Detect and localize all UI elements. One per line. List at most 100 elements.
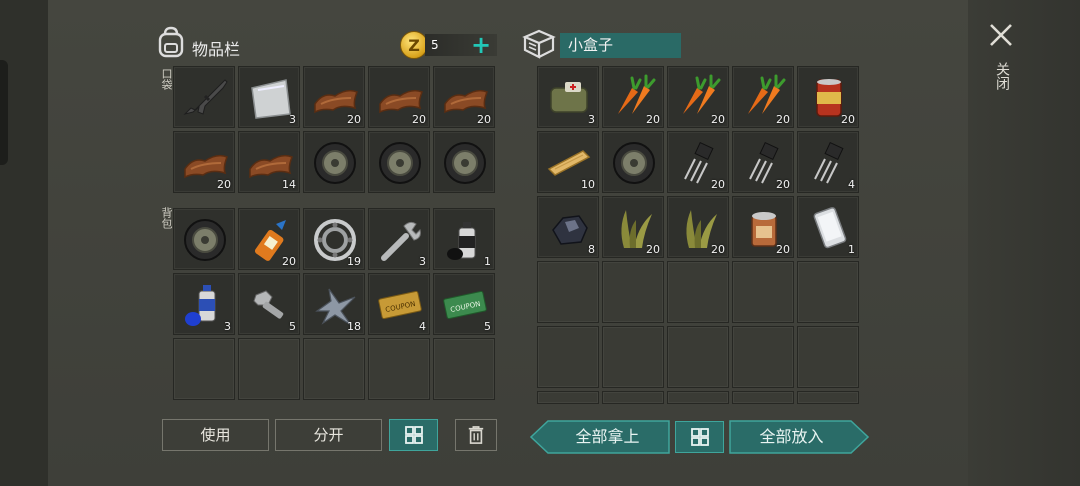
backpack-label: 背包 (160, 207, 173, 229)
item-quantity: 1 (848, 243, 855, 256)
sort-inventory-button[interactable] (389, 419, 438, 451)
item-slot[interactable] (368, 131, 430, 193)
coupon-gold-icon: COUPON (378, 290, 422, 320)
item-slot[interactable]: 20 (368, 66, 430, 128)
item-slot[interactable]: COUPON 5 (433, 273, 495, 335)
tire-icon (379, 142, 421, 184)
empty-slot[interactable] (433, 338, 495, 400)
item-slot[interactable]: 10 (537, 131, 599, 193)
tire-icon (184, 219, 226, 261)
empty-slot[interactable] (602, 326, 664, 388)
wrench-icon (381, 221, 421, 261)
item-quantity: 3 (588, 113, 595, 126)
box-icon (522, 29, 556, 59)
grid-sort-icon (690, 428, 709, 446)
empty-slot[interactable] (667, 261, 729, 323)
spray-can-black-icon (447, 222, 476, 260)
item-slot[interactable]: 20 (732, 66, 794, 128)
item-slot[interactable]: 3 (368, 208, 430, 270)
item-quantity: 18 (347, 320, 361, 333)
item-slot[interactable] (602, 131, 664, 193)
item-slot[interactable]: 8 (537, 196, 599, 258)
empty-slot[interactable] (797, 391, 859, 404)
item-slot[interactable]: 18 (303, 273, 365, 335)
close-label[interactable]: 关闭 (992, 62, 1012, 90)
add-coins-button[interactable]: + (471, 31, 491, 59)
item-quantity: 20 (646, 113, 660, 126)
item-quantity: 20 (347, 113, 361, 126)
empty-slot[interactable] (797, 261, 859, 323)
item-slot[interactable] (433, 131, 495, 193)
tire-icon (613, 142, 655, 184)
item-slot[interactable]: 3 (173, 273, 235, 335)
item-slot[interactable]: 19 (303, 208, 365, 270)
phone-icon (813, 207, 847, 249)
item-slot[interactable]: 20 (732, 196, 794, 258)
empty-slot[interactable] (537, 326, 599, 388)
item-slot[interactable]: 5 (238, 273, 300, 335)
inventory-title: 物品栏 (192, 40, 241, 59)
empty-slot[interactable] (667, 326, 729, 388)
empty-slot[interactable] (537, 261, 599, 323)
empty-slot[interactable] (797, 326, 859, 388)
item-slot[interactable]: COUPON 4 (368, 273, 430, 335)
split-button[interactable]: 分开 (275, 419, 382, 451)
bolt-icon (253, 290, 284, 319)
first-aid-bag-icon (550, 82, 588, 113)
item-slot[interactable]: 20 (732, 131, 794, 193)
item-slot[interactable]: 14 (238, 131, 300, 193)
item-slot[interactable]: 1 (433, 208, 495, 270)
backpack-icon (158, 26, 184, 58)
item-slot[interactable]: 20 (602, 66, 664, 128)
empty-slot[interactable] (537, 391, 599, 404)
item-quantity: 19 (347, 255, 361, 268)
item-quantity: 3 (289, 113, 296, 126)
empty-slot[interactable] (303, 338, 365, 400)
item-quantity: 20 (776, 243, 790, 256)
item-quantity: 8 (588, 243, 595, 256)
item-slot[interactable]: 20 (667, 131, 729, 193)
empty-slot[interactable] (602, 391, 664, 404)
empty-slot[interactable] (602, 261, 664, 323)
item-slot[interactable]: 4 (797, 131, 859, 193)
coupon-green-icon: COUPON (443, 290, 487, 320)
device-notch (0, 60, 8, 165)
empty-slot[interactable] (368, 338, 430, 400)
item-slot[interactable]: 20 (667, 196, 729, 258)
item-slot[interactable]: 20 (667, 66, 729, 128)
trash-button[interactable] (455, 419, 497, 451)
tire-icon (444, 142, 486, 184)
put-all-button[interactable]: 全部放入 (729, 420, 854, 454)
item-slot[interactable]: 20 (238, 208, 300, 270)
item-slot[interactable] (173, 208, 235, 270)
item-slot[interactable]: 20 (602, 196, 664, 258)
item-quantity: 20 (711, 178, 725, 191)
item-slot[interactable] (173, 66, 235, 128)
item-slot[interactable]: 1 (797, 196, 859, 258)
item-slot[interactable] (303, 131, 365, 193)
empty-slot[interactable] (732, 326, 794, 388)
item-quantity: 20 (412, 113, 426, 126)
item-slot[interactable]: 3 (238, 66, 300, 128)
sort-container-button[interactable] (675, 421, 724, 453)
item-slot[interactable]: 3 (537, 66, 599, 128)
empty-slot[interactable] (732, 261, 794, 323)
right-edge (968, 0, 1080, 486)
item-quantity: 20 (282, 255, 296, 268)
take-all-button[interactable]: 全部拿上 (545, 420, 670, 454)
close-icon[interactable] (988, 22, 1014, 48)
coin-icon: Z (400, 31, 428, 59)
item-slot[interactable]: 20 (173, 131, 235, 193)
rifle-icon (183, 79, 228, 115)
empty-slot[interactable] (173, 338, 235, 400)
use-button[interactable]: 使用 (162, 419, 269, 451)
item-quantity: 20 (217, 178, 231, 191)
item-slot[interactable]: 20 (433, 66, 495, 128)
coal-icon (552, 215, 588, 245)
empty-slot[interactable] (238, 338, 300, 400)
item-slot[interactable]: 20 (303, 66, 365, 128)
item-slot[interactable]: 20 (797, 66, 859, 128)
item-quantity: 20 (711, 113, 725, 126)
empty-slot[interactable] (667, 391, 729, 404)
empty-slot[interactable] (732, 391, 794, 404)
